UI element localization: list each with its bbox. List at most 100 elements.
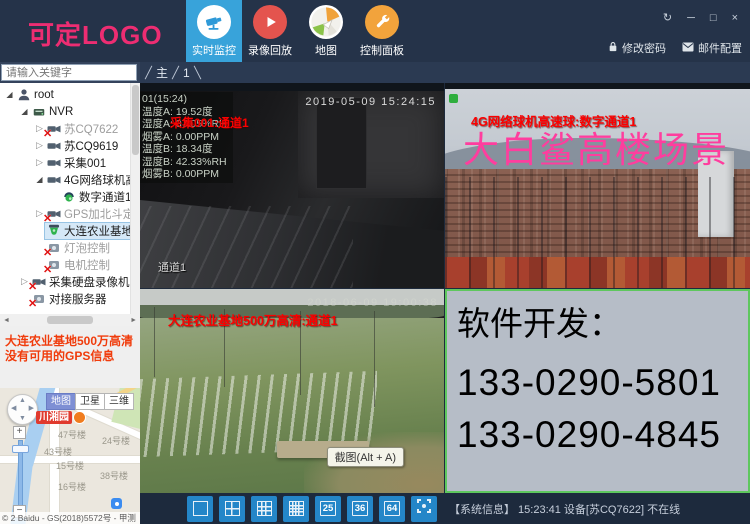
collapse-arrow-icon[interactable]: ◢ <box>4 90 15 99</box>
tree-item-label: 苏CQ9619 <box>64 140 119 153</box>
layout-9-button[interactable] <box>251 495 277 522</box>
contact-info: 软件开发： 133-0290-5801 133-0290-4845 <box>447 291 748 491</box>
tree-item-4g-dome[interactable]: ◢ 4G网络球机高速球 <box>0 171 130 188</box>
tree-item-caiji-001[interactable]: ▷ 采集001 <box>0 154 130 171</box>
layout-count-label: 25 <box>320 501 336 516</box>
gps-notice: 大连农业基地500万高清 没有可用的GPS信息 <box>0 326 140 388</box>
expand-arrow-icon[interactable]: ▷ <box>34 157 45 168</box>
nav-playback[interactable]: 录像回放 <box>242 0 298 62</box>
tree-horizontal-scrollbar[interactable]: ◄ ► <box>0 314 140 326</box>
sensor-osd-line: 01(15:24) <box>142 93 187 105</box>
notice-line: 没有可用的GPS信息 <box>5 349 115 363</box>
layout-64-button[interactable]: 64 <box>379 495 405 522</box>
nav-item-label: 录像回放 <box>248 44 292 57</box>
fullscreen-icon <box>416 498 432 519</box>
tree-item-dalian-farm[interactable]: 大连农业基地500万 <box>0 221 130 240</box>
map-tab-active[interactable]: 地图 <box>46 393 76 410</box>
app-logo: 可定LOGO <box>28 20 163 50</box>
tree-item-nvr[interactable]: ◢ NVR <box>0 103 130 120</box>
nav-map[interactable]: 地图 <box>298 0 354 62</box>
map-zoom-handle[interactable] <box>12 445 29 453</box>
tree-vertical-scrollbar[interactable] <box>130 83 140 314</box>
scene-caption: 大白鲨高楼场景 <box>463 129 730 170</box>
layout-16-button[interactable] <box>283 495 309 522</box>
layout-4-button[interactable] <box>219 495 245 522</box>
offline-x-icon: ✕ <box>28 297 38 310</box>
tree-item-digital-ch1[interactable]: 数字通道1 <box>0 188 130 205</box>
tab-page-1[interactable]: 1 <box>183 66 190 80</box>
video-timestamp: 2018-06-09 19:00:38 <box>307 297 438 309</box>
tree-item-su-cq7622[interactable]: ▷ ✕ 苏CQ7622 <box>0 120 130 140</box>
header: 可定LOGO 实时监控 录像回放 地图 控制面板 ↻ ─ □ × 修改密码 邮件配置 <box>0 0 750 62</box>
close-button[interactable]: × <box>732 12 738 24</box>
video-panel-rooftop[interactable]: 4G网络球机高速球:数字通道1 大白鲨高楼场景 <box>445 83 750 288</box>
account-actions: 修改密码 邮件配置 <box>608 40 742 56</box>
transit-poi-icon <box>111 498 122 509</box>
view-tab-bar: 主 1 <box>140 62 750 83</box>
tree-item-su-cq9619[interactable]: ▷ 苏CQ9619 <box>0 137 130 154</box>
video-panel-farm[interactable]: 大连农业基地500万高清:通道1 2018-06-09 19:00:38 截图(… <box>140 289 444 493</box>
search-input[interactable] <box>1 64 137 81</box>
minimize-button[interactable]: ─ <box>687 12 695 24</box>
map-tab-inactive[interactable]: 三维 <box>104 393 134 410</box>
map-building-label: 47号楼 <box>58 430 87 440</box>
status-message: 【系统信息】 15:23:41 设备[苏CQ7622] 不在线 <box>449 503 681 516</box>
device-icon: ✕ <box>43 258 61 276</box>
layout-25-button[interactable]: 25 <box>315 495 341 522</box>
tree-item-gps-beidou[interactable]: ▷✕GPS加北斗定位车载 <box>0 205 130 225</box>
video-panel-contact[interactable]: 软件开发： 133-0290-5801 133-0290-4845 <box>445 289 750 493</box>
map-zoom-in-button[interactable]: + <box>13 426 26 439</box>
map-building-label: 38号楼 <box>100 471 129 481</box>
device-icon: ✕ <box>28 292 46 310</box>
channel-label: 通道1 <box>158 262 187 274</box>
tab-main[interactable]: 主 <box>156 64 168 81</box>
dome-icon <box>47 224 61 238</box>
email-config-button[interactable]: 邮件配置 <box>682 40 742 56</box>
map-pan-control[interactable]: ▲ ▼ ◀ ▶ <box>7 394 38 425</box>
tree-item-root[interactable]: ◢ root <box>0 86 130 103</box>
tree-item-label: 苏CQ7622 <box>64 123 119 136</box>
maximize-button[interactable]: □ <box>710 12 717 24</box>
lock-icon <box>608 41 618 55</box>
layout-buttons: 25 36 64 <box>187 495 437 522</box>
tree-item-docking-server[interactable]: ✕ 对接服务器 <box>0 290 130 310</box>
collapse-arrow-icon[interactable]: ◢ <box>19 107 30 116</box>
camera-icon: ✕ <box>43 207 61 225</box>
collapse-arrow-icon[interactable]: ◢ <box>34 175 45 184</box>
map-building-label: 16号楼 <box>58 482 87 492</box>
camera-icon <box>47 173 61 187</box>
layout-36-button[interactable]: 36 <box>347 495 373 522</box>
tree-item-bulb-control[interactable]: ✕ 灯泡控制 <box>0 239 130 259</box>
map-poi: 川湘园 <box>36 411 86 424</box>
nav-live-monitor[interactable]: 实时监控 <box>186 0 242 62</box>
change-password-button[interactable]: 修改密码 <box>608 40 666 56</box>
camera-icon <box>47 156 61 170</box>
expand-arrow-icon[interactable]: ▷ <box>34 140 45 151</box>
mini-map[interactable]: ▲ ▼ ◀ ▶ 地图 卫星 三维 川湘园 + − © 2 Baidu - GS(2018… <box>0 388 140 524</box>
map-tab-inactive[interactable]: 卫星 <box>75 393 105 410</box>
app-window: 可定LOGO 实时监控录像回放地图控制面板 ↻─□× 修改密码邮件配置 ◢roo… <box>0 0 750 524</box>
sensor-osd-line: 湿度B: 42.33%RH <box>142 155 227 168</box>
bottom-toolbar: 25 36 64 【系统信息】 15:23:41 设备[苏CQ7622] 不在线 <box>140 493 750 524</box>
tab-separator <box>193 65 202 80</box>
map-icon <box>309 4 343 39</box>
tree-item-motor-control[interactable]: ✕ 电机控制 <box>0 256 130 276</box>
tree-item-capture-dvr[interactable]: ▷ ✕ 采集硬盘录像机 <box>0 273 130 293</box>
nav-control-panel[interactable]: 控制面板 <box>354 0 410 62</box>
layout-1-button[interactable] <box>187 495 213 522</box>
sensor-osd: 01(15:24) 温度A: 19.52度 湿度A: 37.05%RH 烟雾A: 0.… <box>140 92 233 183</box>
camera-icon: ✕ <box>28 275 46 293</box>
scrollbar-thumb[interactable] <box>47 316 93 324</box>
video-panel-garage[interactable]: 01(15:24) 温度A: 19.52度 湿度A: 37.05%RH 烟雾A: 0.… <box>140 83 444 288</box>
contact-title: 软件开发： <box>457 305 622 342</box>
layout-fullscreen-button[interactable] <box>411 495 437 522</box>
device-icon: ✕ <box>43 241 61 259</box>
scroll-left-icon[interactable]: ◄ <box>3 317 10 324</box>
tree-item-label: root <box>34 88 54 101</box>
tree-item-label: GPS加北斗定位车载 <box>64 208 130 221</box>
refresh-button[interactable]: ↻ <box>663 12 672 24</box>
nav-item-label: 控制面板 <box>360 44 404 57</box>
layout-count-label: 64 <box>384 501 400 516</box>
nvr-icon <box>32 105 46 119</box>
scroll-right-icon[interactable]: ► <box>130 317 137 324</box>
